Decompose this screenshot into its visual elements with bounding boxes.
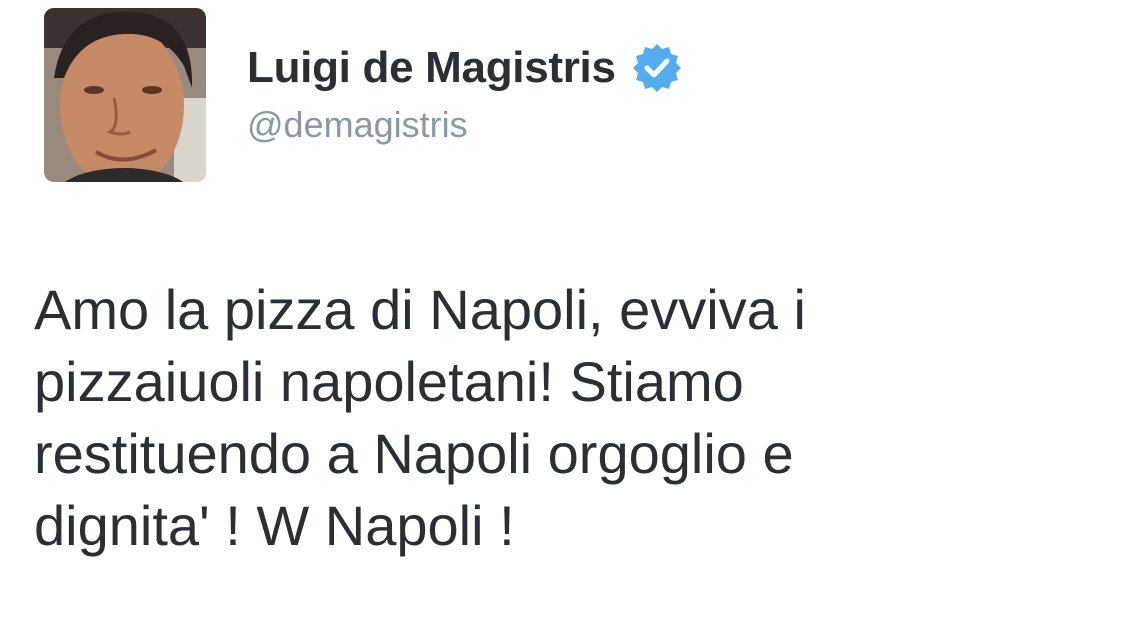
tweet-text-line: restituendo a Napoli orgoglio e — [34, 422, 794, 485]
name-row: Luigi de Magistris — [247, 40, 684, 96]
tweet-text-line: Amo la pizza di Napoli, evviva i — [34, 278, 806, 341]
avatar-photo — [44, 8, 206, 182]
tweet-text: Amo la pizza di Napoli, evviva i pizzaiu… — [34, 274, 1094, 562]
verified-badge-icon — [630, 41, 684, 95]
tweet-text-line: pizzaiuoli napoletani! Stiamo — [34, 350, 744, 413]
tweet-text-line: dignita' ! W Napoli ! — [34, 494, 515, 557]
tweet-card: Luigi de Magistris @demagistris Amo la p… — [0, 0, 1136, 640]
user-avatar[interactable] — [44, 8, 206, 182]
display-name[interactable]: Luigi de Magistris — [247, 43, 616, 93]
user-handle[interactable]: @demagistris — [247, 104, 468, 146]
